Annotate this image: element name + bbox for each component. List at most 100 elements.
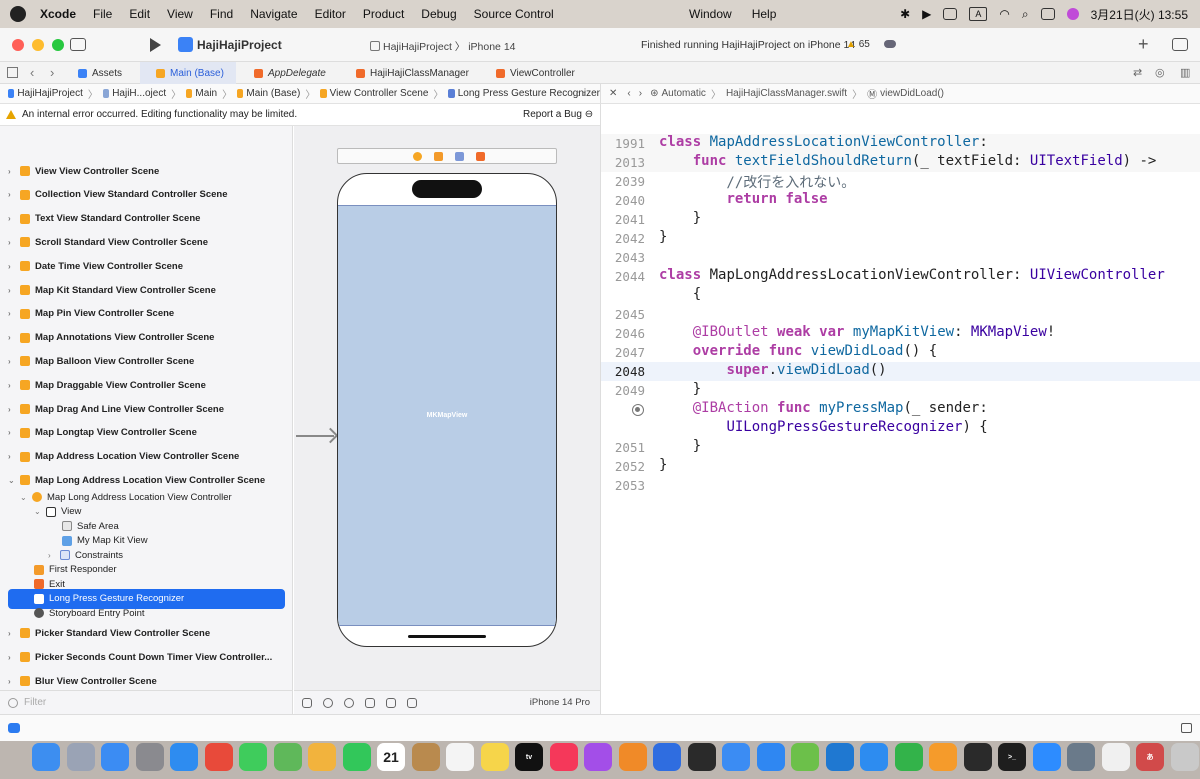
outline-scene[interactable]: › Date Time View Controller Scene — [8, 256, 183, 276]
line-number[interactable]: 2043 — [601, 250, 645, 265]
line-number[interactable]: 2049 — [601, 383, 645, 398]
menu-product[interactable]: Product — [363, 7, 404, 21]
dock-pages-icon[interactable] — [929, 743, 957, 771]
tab-appdelegate[interactable]: AppDelegate — [236, 62, 336, 84]
dock-maps-icon[interactable] — [273, 743, 302, 771]
mkmapview[interactable]: MKMapView — [338, 205, 556, 626]
minimize-button[interactable] — [32, 38, 44, 51]
code-line[interactable]: 2042} — [601, 229, 1200, 248]
code-line[interactable]: @IBAction func myPressMap(_ sender: — [601, 400, 1200, 419]
split-editor-icon[interactable]: ▥ — [1180, 66, 1190, 79]
dock-notes-icon[interactable] — [480, 743, 509, 771]
dock-launchpad-icon[interactable] — [66, 743, 95, 771]
clock[interactable]: 3月21日(火) 13:55 — [1091, 6, 1188, 23]
entry-point-arrow[interactable] — [296, 435, 334, 437]
outline-scene[interactable]: › Map Draggable View Controller Scene — [8, 375, 206, 395]
chevron-right-icon[interactable]: › — [8, 452, 20, 461]
gesture-icon[interactable] — [455, 152, 464, 161]
line-number[interactable]: 2048 — [601, 364, 645, 379]
code-line[interactable]: 2049 } — [601, 381, 1200, 400]
code-line[interactable]: { — [601, 286, 1200, 305]
outline-scene[interactable]: › Map Pin View Controller Scene — [8, 304, 174, 324]
back-icon[interactable]: ‹ — [627, 88, 630, 99]
outline-scene[interactable]: › Text View Standard Controller Scene — [8, 209, 200, 229]
wifi-icon[interactable]: ◠ — [999, 7, 1009, 21]
menu-debug[interactable]: Debug — [421, 7, 456, 21]
menu-view[interactable]: View — [167, 7, 193, 21]
tab-hajihajiclassmanager[interactable]: HajiHajiClassManager — [336, 62, 496, 84]
chevron-right-icon[interactable]: › — [8, 357, 20, 366]
control-center-icon[interactable] — [1040, 8, 1055, 20]
dock-photos-icon[interactable] — [308, 743, 336, 771]
chevron-right-icon[interactable]: › — [8, 286, 20, 295]
search-icon[interactable]: ⌕ — [1022, 7, 1029, 22]
outline-scene[interactable]: › Map Drag And Line View Controller Scene — [8, 399, 224, 419]
outline-scene[interactable]: › Collection View Standard Controller Sce… — [8, 185, 228, 205]
line-number[interactable]: 2042 — [601, 231, 645, 246]
zoom-button[interactable] — [52, 38, 64, 51]
dock-simulator-icon[interactable] — [722, 743, 750, 771]
code-line[interactable]: 2052} — [601, 457, 1200, 476]
dock-activity-monitor-icon[interactable] — [963, 743, 992, 771]
code-line[interactable]: 2040 return false — [601, 191, 1200, 210]
dock-app-store-icon[interactable] — [756, 743, 785, 771]
related-items-icon[interactable] — [7, 67, 18, 78]
dock-system-settings-icon[interactable] — [135, 743, 164, 771]
code-line[interactable]: 2047 override func viewDidLoad() { — [601, 343, 1200, 362]
outline-scene[interactable]: › Map Longtap View Controller Scene — [8, 423, 197, 443]
code-line[interactable]: 2043 — [601, 248, 1200, 267]
outline-scene[interactable]: › Picker Seconds Count Down Timer View Co… — [8, 647, 272, 667]
code-line[interactable]: 2045 — [601, 305, 1200, 324]
bluetooth-icon[interactable]: ✱ — [900, 7, 910, 21]
menu-editor[interactable]: Editor — [315, 7, 346, 21]
code-line[interactable]: 2044 class MapLongAddressLocationViewCont… — [601, 267, 1200, 286]
close-button[interactable] — [12, 38, 24, 51]
outline-toggle-icon[interactable] — [302, 697, 312, 708]
code-line[interactable]: UILongPressGestureRecognizer) { — [601, 419, 1200, 438]
dock-calendar-icon[interactable]: 21 — [377, 743, 405, 771]
line-number[interactable]: 2051 — [601, 440, 645, 455]
crumb-item[interactable]: Main — [195, 88, 217, 99]
chevron-right-icon[interactable]: › — [8, 214, 20, 223]
crumb-item[interactable]: HajiHajiProject — [17, 88, 83, 99]
outline-scene[interactable]: › Blur View Controller Scene — [8, 671, 157, 690]
inspector-toggle-icon[interactable] — [1172, 38, 1188, 51]
tab-assets[interactable]: Assets — [70, 62, 140, 84]
chevron-down-icon[interactable]: ⌄ — [8, 476, 20, 485]
forward-icon[interactable]: › — [50, 65, 54, 80]
issue-nav-icon[interactable]: ‹ › — [576, 88, 586, 100]
code-line[interactable]: 2051 } — [601, 438, 1200, 457]
outline-scene[interactable]: › Picker Standard View Controller Scene — [8, 623, 210, 643]
line-number[interactable]: 2046 — [601, 326, 645, 341]
outline-scene[interactable]: › Map Kit Standard View Controller Scene — [8, 280, 216, 300]
chevron-right-icon[interactable]: › — [8, 190, 20, 199]
line-number[interactable]: 2039 — [601, 174, 645, 189]
code-line[interactable]: 1991 class MapAddressLocationViewControll… — [601, 134, 1200, 153]
swap-icon[interactable]: ⇄ — [1133, 66, 1142, 79]
menu-file[interactable]: File — [93, 7, 112, 21]
dock-script-icon[interactable] — [791, 743, 819, 771]
outline-filter[interactable]: Filter — [0, 690, 293, 714]
close-editor-icon[interactable]: ✕ — [609, 88, 617, 99]
device-selector[interactable]: iPhone 14 Pro — [530, 697, 590, 708]
battery-icon[interactable] — [943, 8, 958, 20]
dock-xcode-beta-icon[interactable] — [687, 743, 716, 771]
chevron-right-icon[interactable]: › — [8, 405, 20, 414]
line-number[interactable]: 2013 — [601, 155, 645, 170]
crumb-item[interactable]: HajiH...oject — [112, 88, 166, 99]
dock-numbers-icon[interactable] — [894, 743, 923, 771]
menu-edit[interactable]: Edit — [129, 7, 150, 21]
cloud-icon[interactable] — [884, 40, 896, 48]
device-icon[interactable] — [407, 697, 417, 708]
dock-zoom-icon[interactable] — [1032, 743, 1061, 771]
menu-find[interactable]: Find — [210, 7, 233, 21]
chevron-right-icon[interactable]: › — [8, 262, 20, 271]
run-destination[interactable]: iPhone 14 — [468, 41, 515, 53]
chevron-right-icon[interactable]: › — [8, 238, 20, 247]
run-icon[interactable] — [150, 38, 161, 52]
outline-scene[interactable]: › Map Balloon View Controller Scene — [8, 351, 194, 371]
outline-scene[interactable]: › View View Controller Scene — [8, 161, 159, 181]
line-number[interactable]: 2040 — [601, 193, 645, 208]
menu-app[interactable]: Xcode — [40, 7, 76, 21]
chevron-right-icon[interactable]: › — [8, 309, 20, 318]
